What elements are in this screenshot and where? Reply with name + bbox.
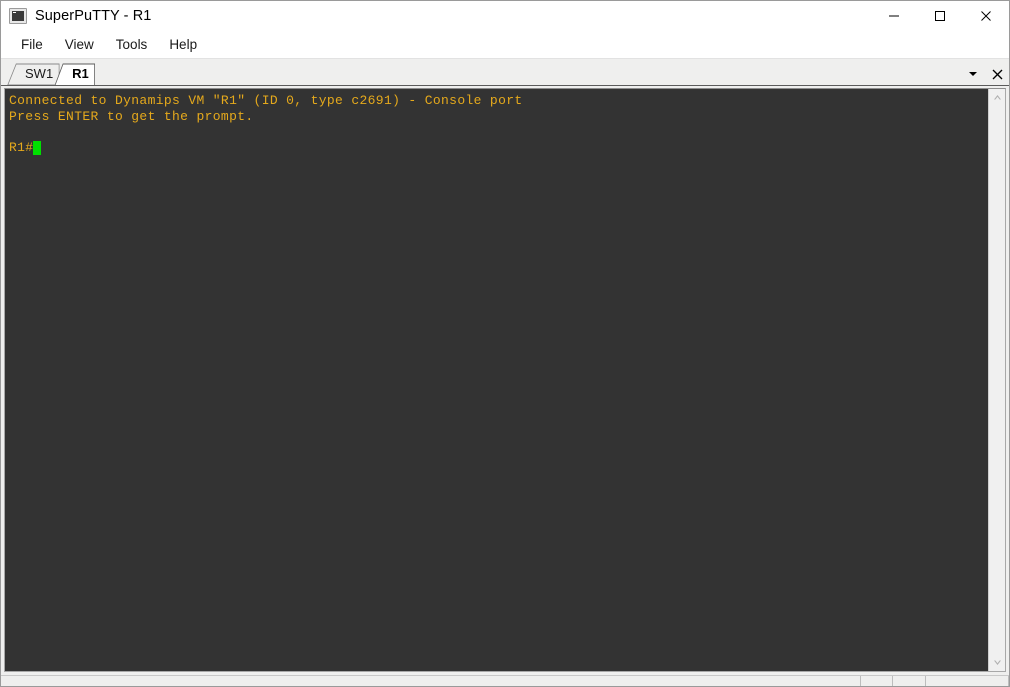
menu-item-tools[interactable]: Tools [105, 34, 159, 55]
terminal-container: Connected to Dynamips VM "R1" (ID 0, typ… [1, 86, 1009, 675]
window-controls [871, 1, 1009, 31]
chevron-down-icon [969, 72, 977, 76]
maximize-button[interactable] [917, 1, 963, 31]
scroll-up-button[interactable] [989, 89, 1005, 106]
tab-r1-label: R1 [72, 66, 89, 81]
tab-list-dropdown-button[interactable] [965, 65, 981, 83]
terminal-monitor-icon [9, 8, 27, 24]
scrollbar-track[interactable] [989, 106, 1005, 654]
status-segment [861, 676, 893, 686]
terminal-prompt-line: R1# [9, 140, 988, 156]
window-title: SuperPuTTY - R1 [35, 8, 152, 24]
terminal-vertical-scrollbar[interactable] [988, 89, 1005, 671]
terminal-prompt: R1# [9, 139, 34, 155]
menu-item-help[interactable]: Help [158, 34, 208, 55]
status-segment [926, 676, 1009, 686]
menu-bar: File View Tools Help [1, 31, 1009, 59]
terminal-line: Press ENTER to get the prompt. [9, 108, 254, 124]
tab-close-button[interactable] [989, 65, 1005, 83]
chevron-down-icon [993, 660, 1001, 665]
status-segment-main [1, 676, 797, 686]
close-button[interactable] [963, 1, 1009, 31]
scroll-down-button[interactable] [989, 654, 1005, 671]
tab-r1[interactable]: R1 [54, 63, 98, 85]
menu-item-file[interactable]: File [10, 34, 54, 55]
chevron-up-icon [993, 95, 1001, 100]
terminal-frame: Connected to Dynamips VM "R1" (ID 0, typ… [4, 88, 1006, 672]
menu-item-view[interactable]: View [54, 34, 105, 55]
tab-strip-controls [965, 65, 1005, 83]
minimize-button[interactable] [871, 1, 917, 31]
terminal-line: Connected to Dynamips VM "R1" (ID 0, typ… [9, 93, 523, 108]
close-icon [981, 11, 991, 21]
title-bar: SuperPuTTY - R1 [1, 1, 1009, 31]
close-icon [992, 69, 1002, 79]
maximize-icon [935, 11, 945, 21]
minimize-icon [889, 15, 899, 17]
block-cursor-icon [33, 140, 42, 155]
status-segment [797, 676, 861, 686]
superputty-window: SuperPuTTY - R1 File View Tools Help SW1… [0, 0, 1010, 687]
status-bar [1, 675, 1009, 686]
tab-strip: SW1 R1 [1, 59, 1009, 86]
status-segment [893, 676, 926, 686]
terminal-output[interactable]: Connected to Dynamips VM "R1" (ID 0, typ… [5, 89, 988, 671]
